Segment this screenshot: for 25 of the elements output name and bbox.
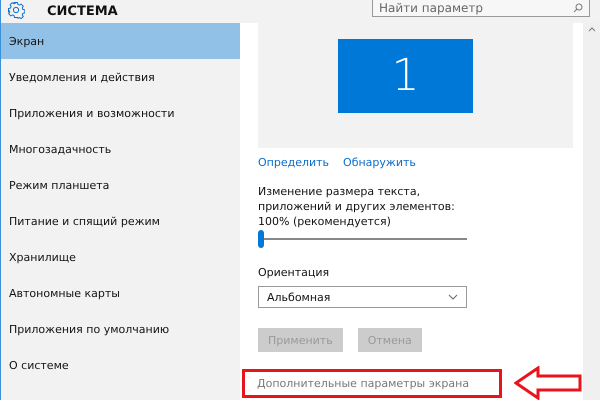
sidebar-item[interactable]: Экран <box>1 23 240 59</box>
sidebar-item[interactable]: Многозадачность <box>1 131 240 167</box>
advanced-settings-link[interactable]: Дополнительные параметры экрана <box>242 368 502 398</box>
sidebar-item[interactable]: О системе <box>1 347 240 383</box>
link[interactable]: Обнаружить <box>343 156 416 170</box>
sidebar-item[interactable]: Хранилище <box>1 239 240 275</box>
search-icon <box>573 3 583 13</box>
sidebar-item[interactable]: Приложения по умолчанию <box>1 311 240 347</box>
sidebar-item[interactable]: Питание и спящий режим <box>1 203 240 239</box>
orientation-label: Ориентация <box>258 265 330 280</box>
sidebar-item[interactable]: Уведомления и действия <box>1 59 240 95</box>
sidebar-item[interactable]: Автономные карты <box>1 275 240 311</box>
scroll-up-icon[interactable] <box>588 27 596 32</box>
orientation-dropdown[interactable]: Альбомная <box>258 286 467 308</box>
search-field[interactable]: Найти параметр <box>372 0 590 17</box>
link[interactable]: Определить <box>258 156 330 170</box>
scale-label: Изменение размера текста, приложений и других элементов: 100% (рекомендуется) <box>258 184 456 230</box>
chevron-icon <box>448 294 458 300</box>
slider-thumb[interactable] <box>258 230 264 248</box>
sidebar-item[interactable]: Приложения и возможности <box>1 95 240 131</box>
sidebar-item[interactable]: Режим планшета <box>1 167 240 203</box>
monitor-tile[interactable]: 1 <box>338 38 473 113</box>
page-title: СИСТЕМА <box>47 4 118 19</box>
scrollbar[interactable] <box>583 23 600 400</box>
settings-icon <box>7 1 25 19</box>
